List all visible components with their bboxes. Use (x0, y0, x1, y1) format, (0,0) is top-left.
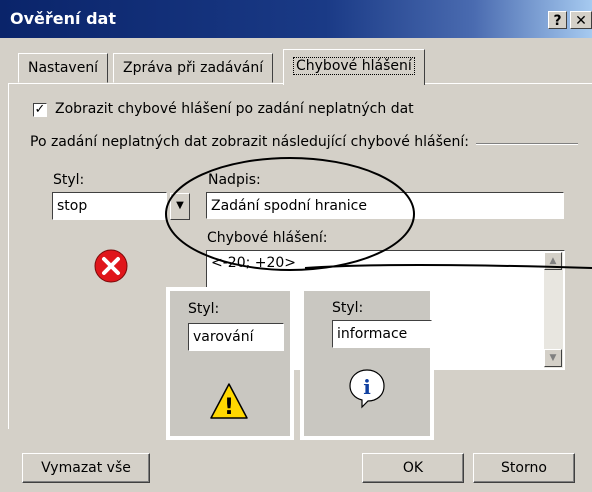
warning-style-panel: Styl: varování ! (166, 287, 294, 440)
information-style-select[interactable]: informace (332, 320, 432, 348)
cancel-button[interactable]: Storno (473, 453, 575, 483)
warning-style-label: Styl: (188, 301, 220, 317)
information-style-panel: Styl: informace i (300, 287, 434, 440)
ok-button[interactable]: OK (362, 453, 464, 483)
warning-style-select[interactable]: varování (188, 323, 284, 351)
highlight-ellipse (165, 157, 415, 271)
tab-error-alert[interactable]: Chybové hlášení (283, 49, 425, 85)
clear-all-button[interactable]: Vymazat vše (22, 453, 150, 483)
warning-icon-glyph: ! (224, 395, 234, 420)
info-icon: i (349, 369, 385, 409)
information-style-label: Styl: (332, 300, 364, 316)
tab-error-alert-label: Chybové hlášení (293, 57, 415, 75)
warning-icon: ! (210, 383, 248, 420)
info-icon-glyph: i (363, 375, 371, 399)
pointer-line (304, 264, 592, 269)
